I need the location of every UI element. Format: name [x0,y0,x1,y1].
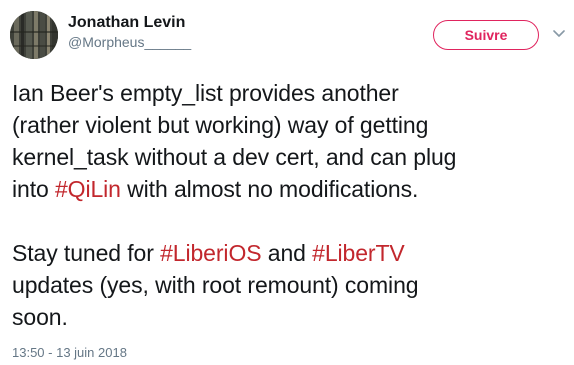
hashtag-libertv[interactable]: #LiberTV [312,240,405,266]
author-display-name[interactable]: Jonathan Levin [68,13,191,32]
tweet-line: Ian Beer's empty_list provides another [12,80,399,106]
tweet-text-segment: into [12,176,55,202]
tweet-line: updates (yes, with root remount) coming [12,272,419,298]
chevron-down-icon[interactable] [553,30,565,38]
tweet-text-segment: and [261,240,313,266]
user-info: Jonathan Levin @Morpheus______ [68,13,191,51]
tweet-line: Stay tuned for #LiberiOS and #LiberTV [12,237,568,269]
tweet-line: (rather violent but working) way of gett… [12,112,429,138]
tweet-line: soon. [12,304,68,330]
tweet-timestamp[interactable]: 13:50 - 13 juin 2018 [12,345,127,361]
hashtag-liberios[interactable]: #LiberiOS [160,240,261,266]
tweet-text-segment: with almost no modifications. [120,176,419,202]
follow-button[interactable]: Suivre [433,20,539,50]
tweet-text-segment: Stay tuned for [12,240,161,266]
tweet-card: Jonathan Levin @Morpheus______ Suivre Ia… [0,0,574,365]
hashtag-qilin[interactable]: #QiLin [55,176,121,202]
tweet-line: into #QiLin with almost no modifications… [12,173,568,205]
tweet-text: Ian Beer's empty_list provides another (… [12,77,568,333]
avatar[interactable] [10,11,58,59]
author-handle[interactable]: @Morpheus______ [68,33,191,51]
tweet-line: kernel_task without a dev cert, and can … [12,144,457,170]
